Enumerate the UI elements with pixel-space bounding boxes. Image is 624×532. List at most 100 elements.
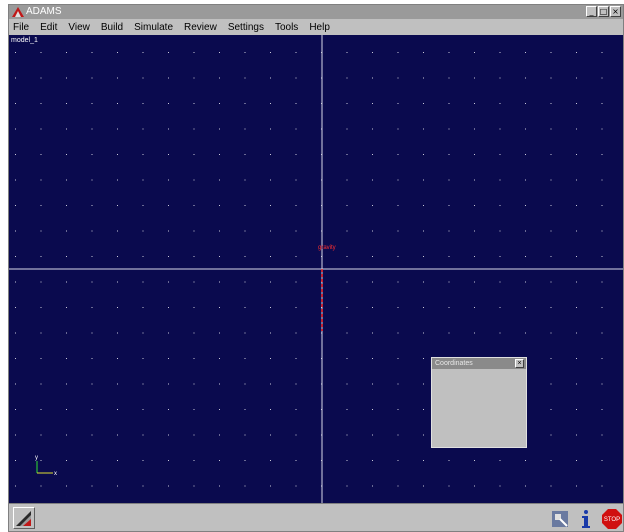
modeling-viewport[interactable]: gravity y x model_1 Coordinates × <box>9 35 624 503</box>
grid-dot <box>270 409 271 410</box>
tools-button[interactable] <box>549 508 571 530</box>
grid-dot <box>91 460 93 461</box>
grid-dot <box>40 434 42 436</box>
menu-view[interactable]: View <box>68 22 90 33</box>
grid-dot <box>91 383 93 385</box>
menu-edit[interactable]: Edit <box>40 22 57 33</box>
grid-dot <box>66 205 67 206</box>
close-button[interactable]: × <box>610 6 621 17</box>
main-toolbox-button[interactable] <box>13 507 35 529</box>
grid-dot <box>576 103 577 104</box>
grid-dot <box>372 128 373 130</box>
menu-build[interactable]: Build <box>101 22 123 33</box>
grid-dot <box>270 307 271 308</box>
grid-dot <box>168 281 169 283</box>
grid-dot <box>448 332 450 334</box>
grid-dot <box>550 77 552 79</box>
grid-dot <box>66 358 67 359</box>
grid-dot <box>15 128 16 130</box>
grid-dot <box>91 307 93 308</box>
menu-settings[interactable]: Settings <box>228 22 264 33</box>
grid-dot <box>576 307 577 308</box>
coordinates-panel[interactable]: Coordinates × <box>431 357 527 448</box>
grid-dot <box>346 460 348 461</box>
grid-dot <box>550 205 552 206</box>
grid-dot <box>372 358 373 359</box>
menu-simulate[interactable]: Simulate <box>134 22 173 33</box>
coordinates-close-button[interactable]: × <box>515 359 524 368</box>
menu-file[interactable]: File <box>13 22 29 33</box>
grid-dot <box>142 409 144 410</box>
grid-dot <box>474 77 475 79</box>
coordinate-triad: y x <box>35 455 57 477</box>
grid-dot <box>423 358 424 359</box>
grid-dot <box>117 281 118 283</box>
grid-dot <box>193 179 195 181</box>
grid-dot <box>550 434 552 436</box>
coordinates-panel-titlebar[interactable]: Coordinates × <box>432 358 526 369</box>
grid-dot <box>168 383 169 385</box>
grid-dot <box>15 460 16 461</box>
grid-dot <box>168 256 169 257</box>
grid-dot <box>346 103 348 104</box>
grid-dot <box>397 256 399 257</box>
grid-dot <box>15 230 16 232</box>
stop-button[interactable]: STOP <box>601 508 623 530</box>
grid-dot <box>576 179 577 181</box>
grid-dot <box>66 460 67 461</box>
grid-dot <box>244 383 246 385</box>
grid-dot <box>397 103 399 104</box>
info-icon <box>582 510 590 528</box>
grid-dot <box>117 128 118 130</box>
grid-dot <box>142 485 144 487</box>
grid-dot <box>346 205 348 206</box>
grid-dot <box>270 332 271 334</box>
grid-dot <box>219 52 220 53</box>
grid-dot <box>576 281 577 283</box>
grid-dot <box>142 256 144 257</box>
grid-dot <box>372 332 373 334</box>
grid-dot <box>295 230 297 232</box>
menu-review[interactable]: Review <box>184 22 217 33</box>
grid-dot <box>295 383 297 385</box>
grid-dot <box>397 52 399 53</box>
grid-dot <box>474 332 475 334</box>
maximize-button[interactable]: □ <box>598 6 609 17</box>
grid-dot <box>550 307 552 308</box>
grid-dot <box>601 281 603 283</box>
grid-dot <box>423 154 424 155</box>
grid-dot <box>601 307 603 308</box>
grid-dot <box>117 383 118 385</box>
grid-dot <box>499 179 501 181</box>
menu-tools[interactable]: Tools <box>275 22 298 33</box>
grid-canvas[interactable]: gravity y x <box>9 35 624 503</box>
grid-dot <box>295 434 297 436</box>
grid-dot <box>346 230 348 232</box>
grid-dot <box>474 230 475 232</box>
grid-dot <box>193 434 195 436</box>
grid-dot <box>91 128 93 130</box>
triad-x-label: x <box>54 471 57 477</box>
grid-dot <box>91 332 93 334</box>
grid-dot <box>270 154 271 155</box>
grid-dot <box>142 307 144 308</box>
grid-dot <box>423 128 424 130</box>
grid-dot <box>346 358 348 359</box>
grid-dot <box>219 485 220 487</box>
menu-help[interactable]: Help <box>309 22 330 33</box>
grid-dot <box>117 434 118 436</box>
grid-dot <box>448 52 450 53</box>
grid-dot <box>474 281 475 283</box>
grid-dot <box>91 358 93 359</box>
grid-dot <box>168 485 169 487</box>
info-button[interactable] <box>575 508 597 530</box>
grid-dot <box>270 281 271 283</box>
grid-dot <box>423 434 424 436</box>
grid-dot <box>397 154 399 155</box>
grid-dot <box>550 332 552 334</box>
grid-dot <box>142 154 144 155</box>
grid-dot <box>193 281 195 283</box>
grid-dot <box>372 205 373 206</box>
grid-dot <box>474 485 475 487</box>
minimize-button[interactable]: _ <box>586 6 597 17</box>
